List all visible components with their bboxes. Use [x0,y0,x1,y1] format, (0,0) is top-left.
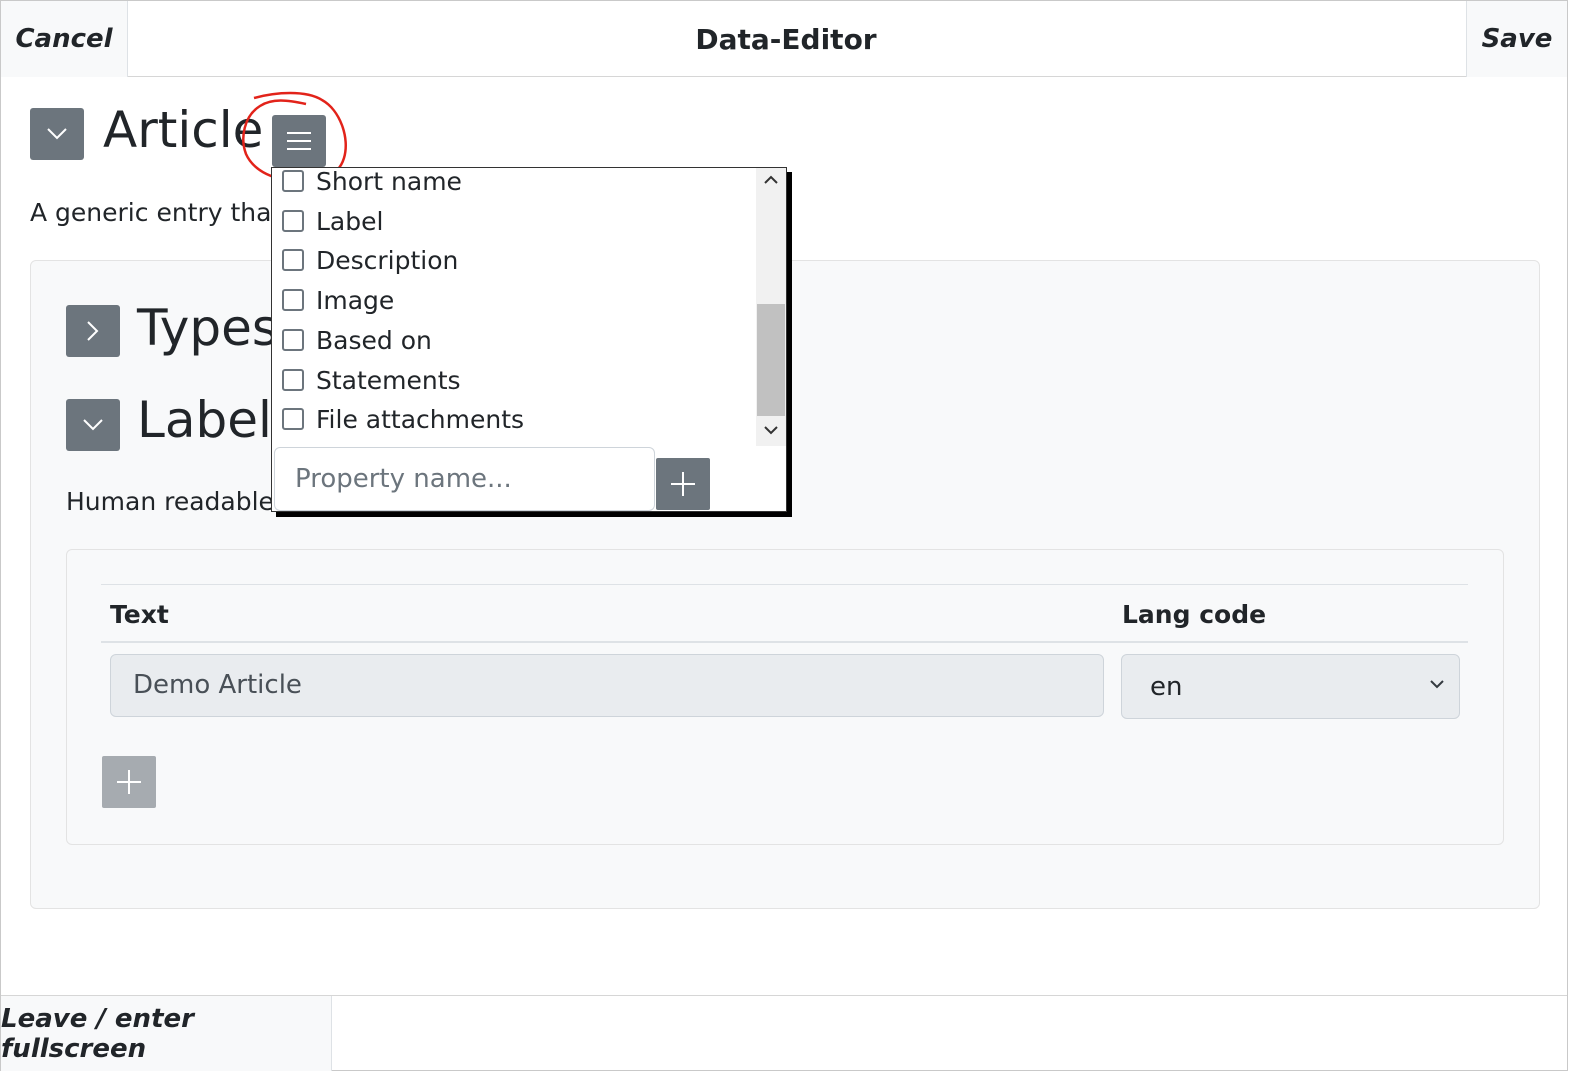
checkbox[interactable] [282,170,304,192]
article-collapse-button[interactable] [30,108,84,160]
app-title: Data-Editor [695,23,877,56]
lang-code-value: en [1150,672,1183,702]
hamburger-menu-icon [287,132,311,150]
property-option-based-on[interactable]: Based on [282,320,432,360]
article-title: Article [103,101,264,159]
labels-collapse-button[interactable] [66,399,120,451]
chevron-down-icon [1430,680,1444,689]
column-header-text: Text [110,600,169,629]
cancel-button[interactable]: Cancel [1,1,128,77]
top-bar: Cancel Data-Editor Save [1,1,1567,77]
scrollbar-thumb[interactable] [757,304,785,416]
checkbox[interactable] [282,210,304,232]
types-expand-button[interactable] [66,305,120,357]
property-option-file-attachments[interactable]: File attachments [282,399,524,439]
property-option-statements[interactable]: Statements [282,360,461,400]
plus-icon [671,472,695,496]
scroll-down-arrow-icon[interactable] [763,424,779,436]
labels-description: Human readable n [66,487,298,516]
property-list-scrollbar[interactable] [756,168,786,446]
property-list[interactable]: Short name Label Description Image Based… [272,168,756,446]
property-name-input[interactable]: Property name... [274,447,655,511]
add-label-button[interactable] [102,756,156,808]
add-property-button[interactable] [656,458,710,510]
chevron-right-icon [87,321,99,341]
checkbox[interactable] [282,329,304,351]
lang-code-select[interactable]: en [1121,654,1460,719]
chevron-down-icon [83,419,103,431]
property-option-image[interactable]: Image [282,280,394,320]
table-header-divider [101,641,1468,643]
table-top-divider [101,584,1468,585]
bottom-bar: Leave / enter fullscreen [1,995,1567,1071]
plus-icon [117,770,141,794]
checkbox[interactable] [282,369,304,391]
property-option-short-name[interactable]: Short name [282,168,462,201]
property-option-description[interactable]: Description [282,240,458,280]
checkbox[interactable] [282,249,304,271]
column-header-lang-code: Lang code [1122,600,1267,629]
property-option-label[interactable]: Label [282,201,383,241]
property-menu-button[interactable] [272,115,326,167]
chevron-down-icon [47,128,67,140]
checkbox[interactable] [282,408,304,430]
article-description: A generic entry that c [30,198,303,227]
checkbox[interactable] [282,289,304,311]
property-dropdown: Short name Label Description Image Based… [271,167,787,512]
save-button[interactable]: Save [1466,1,1567,77]
label-text-input[interactable]: Demo Article [110,654,1104,717]
scroll-up-arrow-icon[interactable] [763,174,779,186]
fullscreen-toggle-button[interactable]: Leave / enter fullscreen [1,996,332,1071]
